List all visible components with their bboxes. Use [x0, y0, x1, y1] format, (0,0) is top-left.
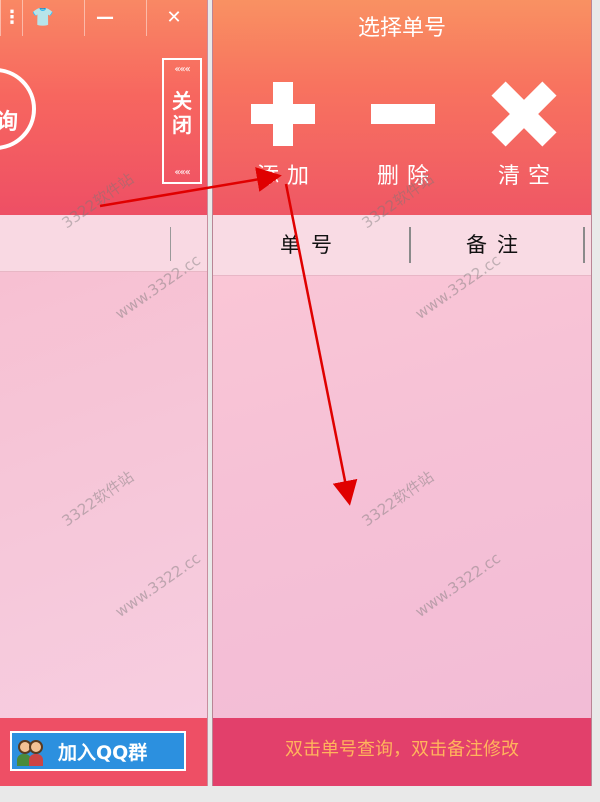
close-panel-label: 关闭: [172, 89, 192, 137]
background-list-area[interactable]: [0, 272, 207, 718]
query-circle-label: 询: [0, 104, 18, 136]
window-header: 选择单号 添加 删除 清空: [213, 0, 591, 215]
column-divider[interactable]: [583, 227, 585, 263]
delete-label: 删除: [376, 164, 437, 189]
double-chevron-left-icon: «««: [174, 167, 190, 178]
column-divider[interactable]: [170, 227, 171, 261]
clear-label: 清空: [497, 164, 558, 189]
x-icon: [492, 82, 556, 146]
close-panel-button[interactable]: ««« 关闭 «««: [162, 58, 202, 184]
background-window: ⋮ 👕 — ✕ 询 ««« 关闭 ««« 加入QQ群: [0, 0, 208, 786]
close-icon[interactable]: ✕: [146, 0, 201, 36]
menu-icon[interactable]: ⋮: [0, 0, 23, 36]
add-button[interactable]: 添加: [243, 82, 323, 190]
window-title: 选择单号: [357, 16, 446, 41]
background-window-header: ⋮ 👕 — ✕ 询 ««« 关闭 «««: [0, 0, 207, 215]
add-label: 添加: [256, 164, 317, 189]
minimize-icon[interactable]: —: [84, 0, 125, 36]
join-qq-group-button[interactable]: 加入QQ群: [10, 731, 186, 771]
delete-button[interactable]: 删除: [363, 82, 443, 190]
number-list[interactable]: [213, 276, 591, 718]
column-header-remark[interactable]: 备注: [411, 215, 583, 275]
status-hint: 双击单号查询，双击备注修改: [213, 718, 591, 786]
skin-icon[interactable]: 👕: [22, 0, 63, 36]
plus-icon: [251, 82, 315, 146]
background-window-footer: 加入QQ群: [0, 718, 207, 786]
select-number-window: 选择单号 添加 删除 清空 单号 备注 双击单号查询，双击备注修改: [212, 0, 592, 786]
background-column-header: [0, 215, 207, 272]
column-header-number[interactable]: 单号: [213, 215, 409, 275]
minus-icon: [371, 82, 435, 146]
clear-button[interactable]: 清空: [484, 82, 564, 190]
join-qq-group-label: 加入QQ群: [58, 741, 148, 764]
double-chevron-left-icon: «««: [174, 64, 190, 75]
background-window-title-buttons: ⋮ 👕 — ✕: [0, 0, 207, 36]
qq-group-avatar-icon: [14, 734, 48, 768]
table-header: 单号 备注: [213, 215, 591, 276]
